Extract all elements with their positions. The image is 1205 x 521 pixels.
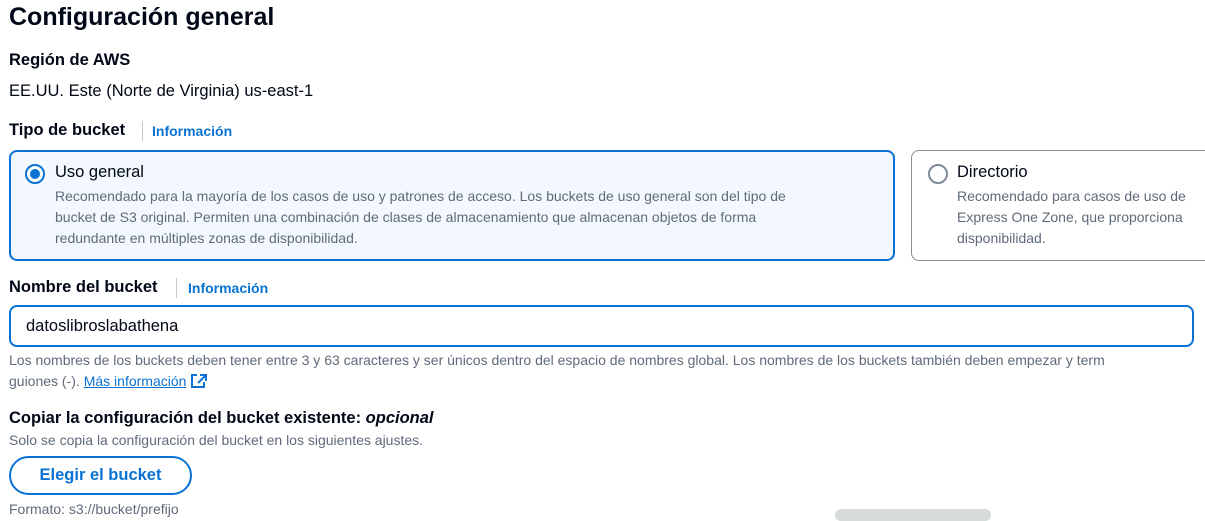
partial-element <box>835 509 991 521</box>
radio-unselected-icon[interactable] <box>928 164 948 184</box>
option-title: Uso general <box>55 163 144 181</box>
section-title: Configuración general <box>9 3 275 31</box>
radio-selected-icon[interactable] <box>25 164 45 184</box>
bucket-type-option-general[interactable]: Uso general Recomendado para la mayoría … <box>9 150 895 261</box>
option-description-line: bucket de S3 original. Permiten una comb… <box>55 209 757 225</box>
option-description-line: disponibilidad. <box>957 230 1046 246</box>
bucket-type-label: Tipo de bucket <box>9 121 126 139</box>
bucket-type-option-directory[interactable]: Directorio Recomendado para casos de uso… <box>911 150 1205 261</box>
copy-config-label-text: Copiar la configuración del bucket exist… <box>9 409 362 427</box>
format-hint: Formato: s3://bucket/prefijo <box>9 501 179 517</box>
region-value: EE.UU. Este (Norte de Virginia) us-east-… <box>9 82 314 100</box>
copy-config-label: Copiar la configuración del bucket exist… <box>9 409 434 428</box>
region-label: Región de AWS <box>9 51 131 69</box>
external-link-icon[interactable] <box>190 373 208 389</box>
bucket-name-info-link[interactable]: Información <box>188 280 268 296</box>
bucket-name-hint: Los nombres de los buckets deben tener e… <box>9 352 1105 368</box>
divider <box>142 121 143 141</box>
bucket-name-label: Nombre del bucket <box>9 278 158 296</box>
divider <box>176 278 177 298</box>
hint-text: guiones (-). <box>9 373 80 389</box>
bucket-name-input[interactable] <box>9 305 1194 347</box>
option-description-line: Recomendado para casos de uso de <box>957 188 1186 204</box>
option-description-line: Express One Zone, que proporciona <box>957 209 1183 225</box>
bucket-name-hint-line2: guiones (-). Más información <box>9 373 208 389</box>
bucket-type-info-link[interactable]: Información <box>152 123 232 139</box>
more-info-link[interactable]: Más información <box>84 373 187 389</box>
choose-bucket-button[interactable]: Elegir el bucket <box>9 456 192 495</box>
optional-tag: opcional <box>365 409 434 427</box>
option-description-line: Recomendado para la mayoría de los casos… <box>55 188 786 204</box>
copy-config-description: Solo se copia la configuración del bucke… <box>9 432 424 448</box>
option-title: Directorio <box>957 163 1028 181</box>
option-description-line: redundante en múltiples zonas de disponi… <box>55 230 358 246</box>
